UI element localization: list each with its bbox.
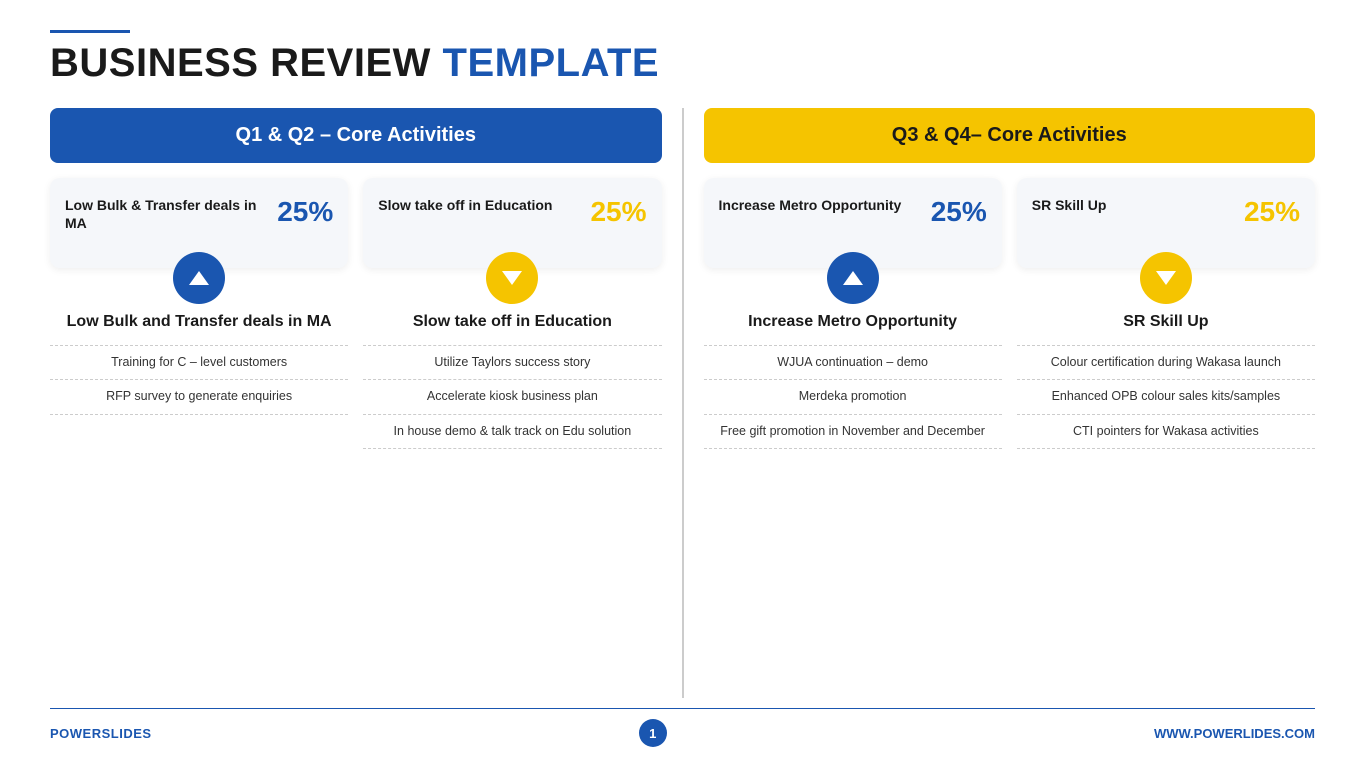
left-section-title-2: Slow take off in Education [363, 312, 661, 333]
title-blue: TEMPLATE [431, 41, 659, 85]
footer: POWERSLIDES 1 WWW.POWERLIDES.COM [50, 708, 1315, 747]
right-bullet-list-1: WJUA continuation – demo Merdeka promoti… [704, 345, 1002, 698]
brand-blue: SLIDES [102, 726, 152, 741]
right-bullet-list-2: Colour certification during Wakasa launc… [1017, 345, 1315, 698]
main-content: Q1 & Q2 – Core Activities Low Bulk & Tra… [50, 108, 1315, 698]
arrow-down-icon [502, 271, 522, 285]
page-title: BUSINESS REVIEW TEMPLATE [50, 41, 1315, 86]
right-card-1-percent: 25% [931, 196, 987, 228]
left-card-2-wrapper: Slow take off in Education 25% [363, 178, 661, 304]
right-card-2-wrapper: SR Skill Up 25% [1017, 178, 1315, 304]
left-section-title-1: Low Bulk and Transfer deals in MA [50, 312, 348, 333]
right-bullet-lists: WJUA continuation – demo Merdeka promoti… [704, 345, 1316, 698]
left-card-2-icon [486, 252, 538, 304]
list-item: Accelerate kiosk business plan [363, 380, 661, 415]
left-bullet-list-2: Utilize Taylors success story Accelerate… [363, 345, 661, 698]
left-section-titles: Low Bulk and Transfer deals in MA Slow t… [50, 312, 662, 333]
left-cards-row: Low Bulk & Transfer deals in MA 25% Slow… [50, 178, 662, 304]
left-bullet-list-1: Training for C – level customers RFP sur… [50, 345, 348, 698]
footer-url: WWW.POWERLIDES.COM [1154, 726, 1315, 741]
left-panel: Q1 & Q2 – Core Activities Low Bulk & Tra… [50, 108, 662, 698]
arrow-up-icon [843, 271, 863, 285]
arrow-up-icon [189, 271, 209, 285]
list-item: Merdeka promotion [704, 380, 1002, 415]
right-card-2-label: SR Skill Up [1032, 196, 1244, 214]
arrow-down-icon [1156, 271, 1176, 285]
right-card-2-icon [1140, 252, 1192, 304]
page-container: BUSINESS REVIEW TEMPLATE Q1 & Q2 – Core … [0, 0, 1365, 767]
list-item: RFP survey to generate enquiries [50, 380, 348, 415]
list-item: Colour certification during Wakasa launc… [1017, 345, 1315, 381]
list-item: In house demo & talk track on Edu soluti… [363, 415, 661, 450]
header-accent-line [50, 30, 130, 33]
list-item: Utilize Taylors success story [363, 345, 661, 381]
left-panel-header: Q1 & Q2 – Core Activities [50, 108, 662, 163]
right-card-1-label: Increase Metro Opportunity [719, 196, 931, 214]
list-item: CTI pointers for Wakasa activities [1017, 415, 1315, 450]
footer-brand: POWERSLIDES [50, 726, 152, 741]
list-item: Training for C – level customers [50, 345, 348, 381]
list-item: Free gift promotion in November and Dece… [704, 415, 1002, 450]
left-card-2-percent: 25% [590, 196, 646, 228]
header: BUSINESS REVIEW TEMPLATE [50, 30, 1315, 86]
left-card-1-icon [173, 252, 225, 304]
right-section-title-2: SR Skill Up [1017, 312, 1315, 333]
left-card-1-wrapper: Low Bulk & Transfer deals in MA 25% [50, 178, 348, 304]
title-dark: BUSINESS REVIEW [50, 41, 431, 85]
left-card-2-label: Slow take off in Education [378, 196, 590, 214]
left-card-1-percent: 25% [277, 196, 333, 228]
list-item: Enhanced OPB colour sales kits/samples [1017, 380, 1315, 415]
right-section-titles: Increase Metro Opportunity SR Skill Up [704, 312, 1316, 333]
list-item: WJUA continuation – demo [704, 345, 1002, 381]
left-card-1-label: Low Bulk & Transfer deals in MA [65, 196, 277, 232]
right-panel: Q3 & Q4– Core Activities Increase Metro … [704, 108, 1316, 698]
right-card-2-percent: 25% [1244, 196, 1300, 228]
right-panel-header: Q3 & Q4– Core Activities [704, 108, 1316, 163]
right-card-1-wrapper: Increase Metro Opportunity 25% [704, 178, 1002, 304]
right-cards-row: Increase Metro Opportunity 25% SR Skill … [704, 178, 1316, 304]
right-section-title-1: Increase Metro Opportunity [704, 312, 1002, 333]
brand-dark: POWER [50, 726, 102, 741]
left-bullet-lists: Training for C – level customers RFP sur… [50, 345, 662, 698]
footer-page-number: 1 [639, 719, 667, 747]
right-card-1-icon [827, 252, 879, 304]
vertical-divider [682, 108, 684, 698]
